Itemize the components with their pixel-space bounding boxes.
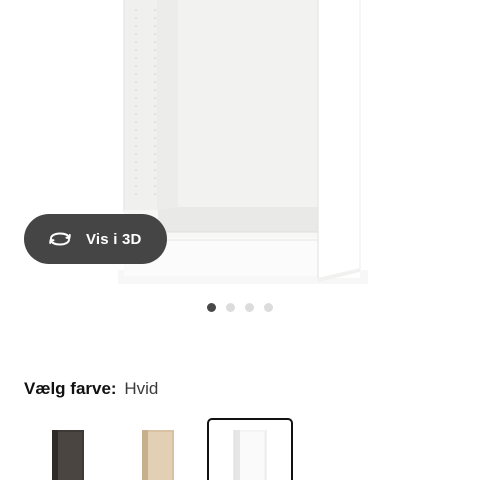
product-page: Vis i 3D Vælg farve: Hvid	[0, 0, 480, 480]
carousel-dot-4[interactable]	[264, 303, 273, 312]
color-selector-label: Vælg farve:	[24, 379, 117, 398]
color-swatch-white-stained-oak[interactable]	[119, 418, 205, 480]
color-swatch-white[interactable]	[207, 418, 293, 480]
wardrobe-thumbnail-white-stained-oak	[142, 430, 174, 480]
color-swatches	[24, 418, 480, 480]
wardrobe-thumbnail-white	[233, 430, 267, 480]
view-3d-button[interactable]: Vis i 3D	[24, 214, 167, 264]
rotate-3d-icon	[49, 232, 71, 246]
selected-color-value: Hvid	[124, 379, 159, 398]
carousel-dot-2[interactable]	[226, 303, 235, 312]
carousel-dot-1[interactable]	[207, 303, 216, 312]
color-swatch-black-brown[interactable]	[24, 418, 110, 480]
image-carousel-dots	[0, 303, 480, 315]
view-3d-label: Vis i 3D	[86, 230, 142, 248]
color-selector-heading: Vælg farve: Hvid	[24, 378, 158, 400]
carousel-dot-3[interactable]	[245, 303, 254, 312]
wardrobe-thumbnail-black-brown	[52, 430, 84, 480]
product-image[interactable]: Vis i 3D	[0, 0, 480, 290]
